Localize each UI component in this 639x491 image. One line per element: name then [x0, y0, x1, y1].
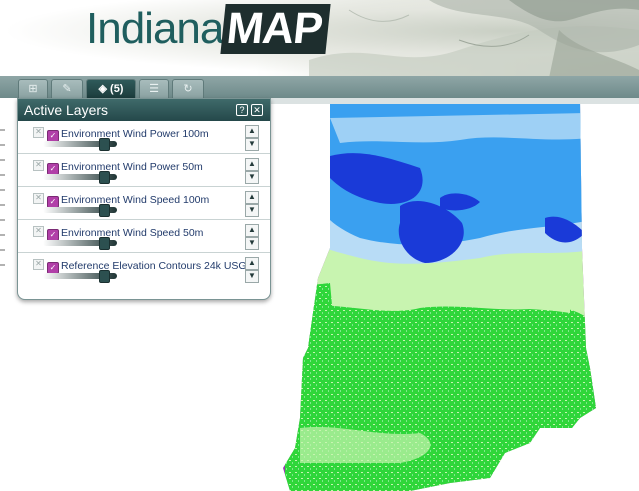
move-down-icon[interactable]: ▼	[245, 204, 259, 217]
remove-layer-icon[interactable]: ✕	[33, 259, 44, 270]
header-banner: IndianaMAP	[0, 0, 639, 78]
opacity-slider-handle[interactable]	[99, 237, 110, 250]
panel-title: Active Layers	[24, 102, 109, 118]
remove-layer-icon[interactable]: ✕	[33, 127, 44, 138]
panel-header: Active Layers ? ✕	[18, 99, 270, 121]
opacity-slider[interactable]	[43, 237, 117, 250]
layer-row: ✕ ✓ Environment Wind Power 50m ▲ ▼	[18, 154, 270, 187]
opacity-slider-handle[interactable]	[99, 204, 110, 217]
zoom-scale-ticks[interactable]	[0, 128, 6, 268]
opacity-slider[interactable]	[43, 138, 117, 151]
move-up-icon[interactable]: ▲	[245, 191, 259, 204]
remove-layer-icon[interactable]: ✕	[33, 193, 44, 204]
terrain-image	[309, 0, 639, 78]
layers-count: (5)	[110, 83, 124, 95]
help-icon[interactable]: ?	[236, 104, 248, 116]
tab-grid[interactable]: ⊞	[18, 79, 48, 98]
layers-icon: ◈	[98, 83, 107, 95]
tab-edit[interactable]: ✎	[51, 79, 83, 98]
opacity-slider-handle[interactable]	[99, 138, 110, 151]
move-down-icon[interactable]: ▼	[245, 171, 259, 184]
map-top-strip	[270, 98, 639, 104]
opacity-slider[interactable]	[43, 204, 117, 217]
layer-name: Environment Wind Speed 100m	[61, 194, 210, 206]
opacity-slider[interactable]	[43, 270, 117, 283]
app-logo[interactable]: IndianaMAP	[86, 4, 331, 54]
layer-name: Environment Wind Speed 50m	[61, 227, 204, 239]
tab-legend[interactable]: ☰	[139, 79, 169, 98]
list-icon: ☰	[149, 83, 159, 95]
tab-refresh[interactable]: ↻	[172, 79, 204, 98]
move-up-icon[interactable]: ▲	[245, 158, 259, 171]
opacity-slider[interactable]	[43, 171, 117, 184]
indiana-wind-layer	[283, 100, 596, 491]
move-down-icon[interactable]: ▼	[245, 270, 259, 283]
tab-layers[interactable]: ◈ (5)	[86, 79, 136, 98]
remove-layer-icon[interactable]: ✕	[33, 160, 44, 171]
layer-row: ✕ ✓ Environment Wind Speed 100m ▲ ▼	[18, 187, 270, 220]
move-up-icon[interactable]: ▲	[245, 125, 259, 138]
active-layers-panel: Active Layers ? ✕ ✕ ✓ Environment Wind P…	[17, 98, 271, 300]
opacity-slider-handle[interactable]	[99, 171, 110, 184]
move-up-icon[interactable]: ▲	[245, 257, 259, 270]
layer-name: Reference Elevation Contours 24k USGS	[61, 260, 254, 272]
logo-text-indiana: Indiana	[86, 4, 224, 53]
layer-name: Environment Wind Power 50m	[61, 161, 203, 173]
refresh-icon: ↻	[183, 83, 193, 95]
move-down-icon[interactable]: ▼	[245, 138, 259, 151]
move-up-icon[interactable]: ▲	[245, 224, 259, 237]
pencil-icon: ✎	[62, 83, 72, 95]
move-down-icon[interactable]: ▼	[245, 237, 259, 250]
close-icon[interactable]: ✕	[251, 104, 263, 116]
toolbar: ⊞ ✎ ◈ (5) ☰ ↻	[0, 76, 639, 98]
layer-row: ✕ ✓ Reference Elevation Contours 24k USG…	[18, 253, 270, 286]
layer-row: ✕ ✓ Environment Wind Speed 50m ▲ ▼	[18, 220, 270, 253]
layer-row: ✕ ✓ Environment Wind Power 100m ▲ ▼	[18, 121, 270, 154]
logo-text-map: MAP	[220, 4, 331, 54]
grid-icon: ⊞	[28, 83, 38, 95]
opacity-slider-handle[interactable]	[99, 270, 110, 283]
remove-layer-icon[interactable]: ✕	[33, 226, 44, 237]
layer-name: Environment Wind Power 100m	[61, 128, 209, 140]
